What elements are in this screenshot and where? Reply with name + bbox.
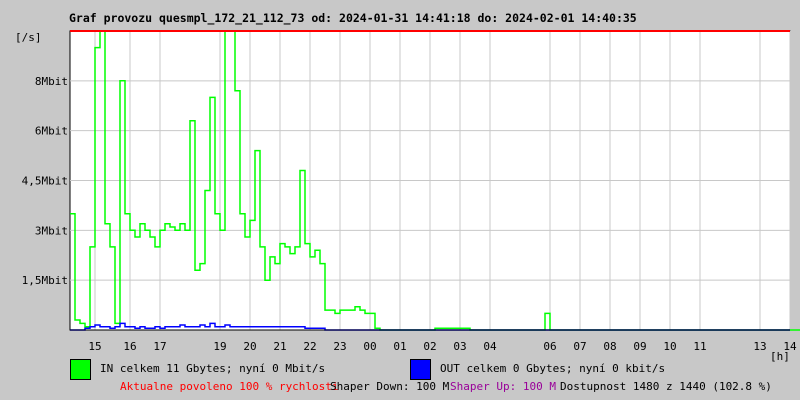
y-tick-label: 4,5Mbit (22, 175, 68, 188)
x-tick-label: 17 (153, 340, 166, 353)
x-tick-label: 16 (123, 340, 136, 353)
x-tick-label: 02 (423, 340, 436, 353)
x-axis-unit: [h] (770, 350, 790, 363)
x-tick-label: 09 (633, 340, 646, 353)
x-tick-label: 04 (483, 340, 497, 353)
x-tick-label: 20 (243, 340, 256, 353)
x-tick-label: 13 (753, 340, 766, 353)
x-tick-label: 00 (363, 340, 376, 353)
y-tick-label: 3Mbit (35, 224, 68, 237)
x-tick-label: 03 (453, 340, 466, 353)
traffic-chart: 1,5Mbit 3Mbit 4,5Mbit 6Mbit 8Mbit 15 16 17 19 20 2… (22, 30, 800, 353)
x-tick-label: 06 (543, 340, 556, 353)
x-tick-label: 22 (303, 340, 316, 353)
availability-text: Dostupnost 1480 z 1440 (102.8 %) (560, 380, 772, 393)
x-tick-label: 19 (213, 340, 226, 353)
shaper-up-text: Shaper Up: 100 M (450, 380, 556, 393)
allowed-speed-text: Aktualne povoleno 100 % rychlosti (120, 380, 339, 393)
shaper-down-text: Shaper Down: 100 M (330, 380, 450, 393)
x-tick-label: 01 (393, 340, 406, 353)
out-legend-swatch (410, 359, 431, 380)
x-tick-label: 21 (273, 340, 286, 353)
x-tick-label: 15 (88, 340, 101, 353)
out-legend-text: OUT celkem 0 Gbytes; nyní 0 kbit/s (440, 362, 666, 375)
y-tick-label: 6Mbit (35, 125, 68, 138)
x-tick-label: 23 (333, 340, 346, 353)
x-tick-label: 10 (663, 340, 676, 353)
in-legend-text: IN celkem 11 Gbytes; nyní 0 Mbit/s (100, 362, 326, 375)
y-tick-label: 8Mbit (35, 75, 68, 88)
x-tick-label: 07 (573, 340, 586, 353)
x-tick-label: 11 (693, 340, 706, 353)
y-tick-label: 1,5Mbit (22, 274, 68, 287)
x-tick-label: 08 (603, 340, 616, 353)
in-legend-swatch (70, 359, 91, 380)
